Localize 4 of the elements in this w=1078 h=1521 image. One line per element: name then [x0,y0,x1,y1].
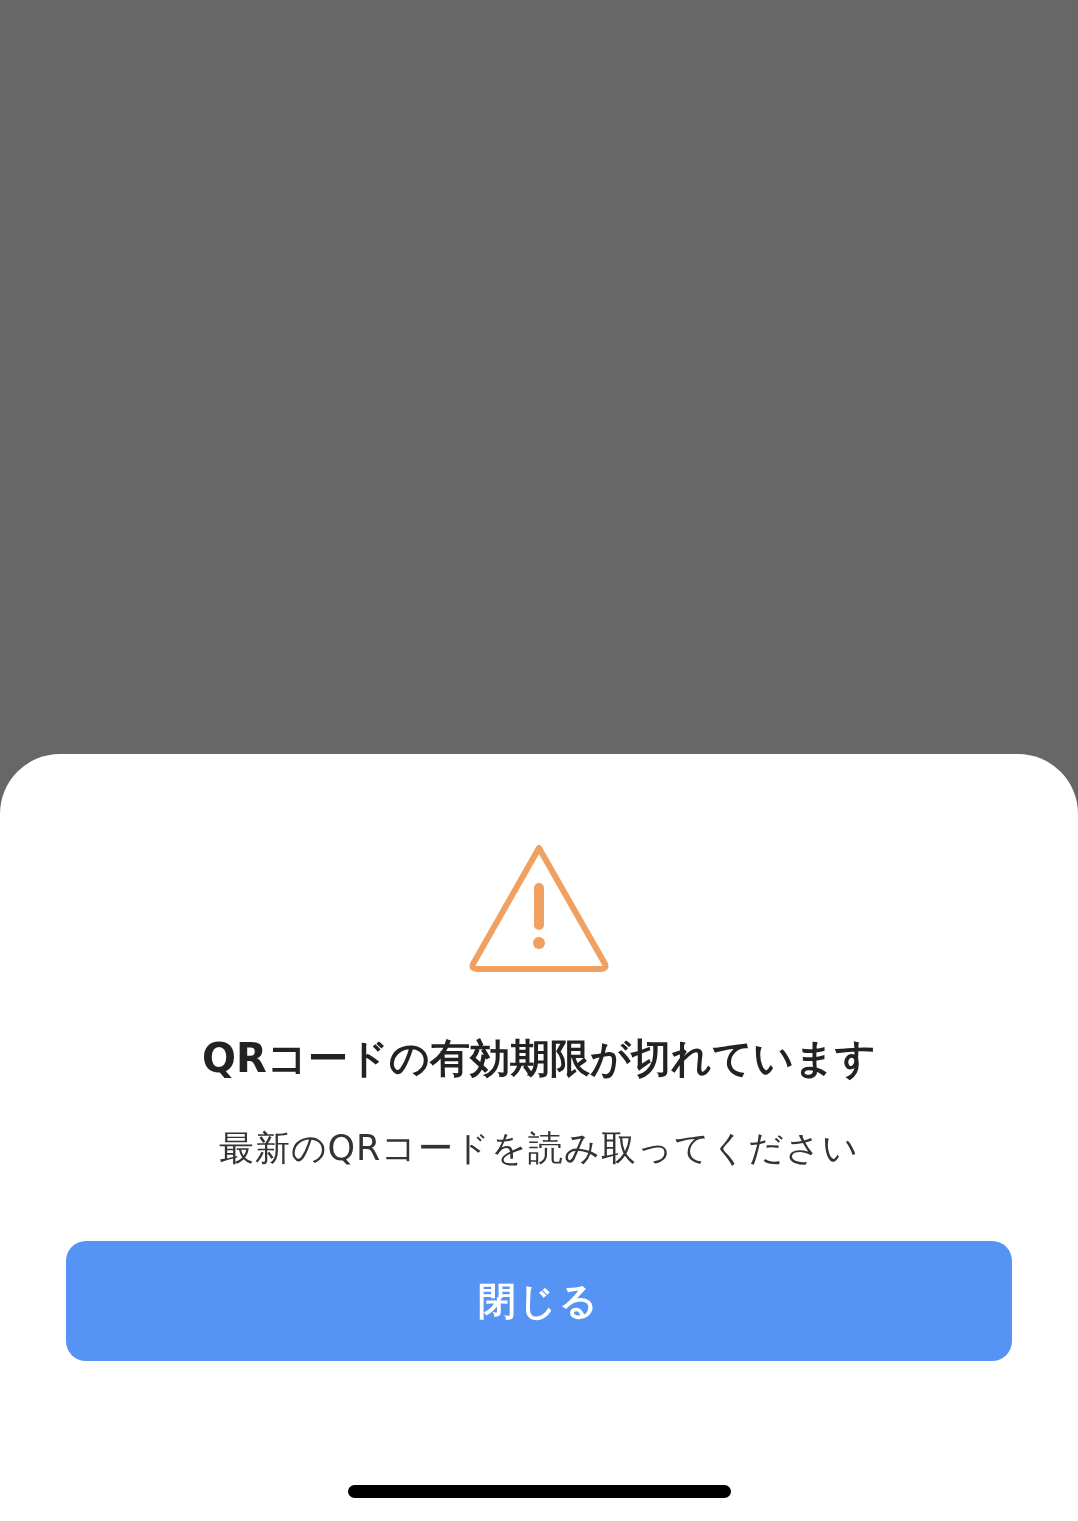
dialog-title: QRコードの有効期限が切れています [202,1034,876,1083]
warning-icon [468,843,610,973]
close-button[interactable]: 閉じる [66,1241,1012,1361]
dialog-message: 最新のQRコードを読み取ってください [218,1127,860,1170]
